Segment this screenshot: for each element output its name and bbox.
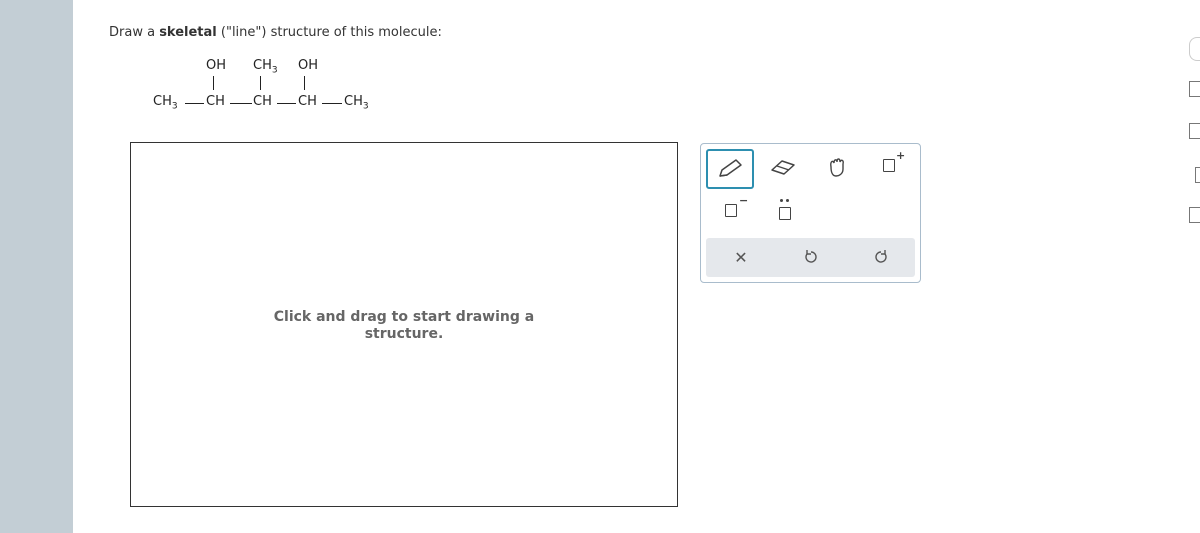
redo-button[interactable] [859,240,903,274]
bond-1 [185,103,204,104]
add-charge-icon: + [883,149,905,176]
drawing-canvas[interactable]: Click and drag to start drawing a struct… [130,142,678,507]
pencil-icon [719,159,742,177]
eraser-tool-button[interactable] [761,150,805,184]
left-rail [0,0,73,533]
bond-3 [277,103,296,104]
pencil-tool-button[interactable] [706,149,754,189]
undo-button[interactable] [789,240,833,274]
ch-label-3: CH [298,94,317,109]
lone-pair-icon [779,199,791,224]
oh-label-2: OH [298,58,319,73]
clear-icon: ✕ [734,247,748,267]
oh-label-1: OH [206,58,227,73]
ch-label-2: CH [253,94,272,109]
bond-vertical-1 [213,76,214,90]
collapse-icon[interactable] [1189,37,1200,61]
lone-pair-tool-button[interactable] [763,195,807,229]
condensed-structure: OH CH3 OH CH3 CH CH CH CH3 [140,52,400,122]
bond-2 [230,103,252,104]
ch3-right-label: CH3 [344,94,369,112]
negative-charge-tool-button[interactable]: − [709,194,753,229]
clear-button[interactable]: ✕ [719,240,763,274]
negative-charge-icon: − [725,194,748,221]
bond-4 [322,103,342,104]
redo-icon [875,250,887,263]
ch3-left-label: CH3 [153,94,178,112]
hand-icon [830,158,844,177]
ch-label-1: CH [206,94,225,109]
bond-vertical-2 [260,76,261,90]
drawing-toolbar: + − ✕ [700,143,921,283]
periodic-table-icon[interactable] [1189,81,1200,97]
eraser-icon [771,160,795,175]
add-charge-tool-button[interactable]: + [867,149,911,184]
data-icon[interactable] [1195,167,1200,183]
prompt-suffix: ("line") structure of this molecule: [216,25,442,40]
canvas-hint: Click and drag to start drawing a struct… [273,309,535,342]
ch3-top-label: CH3 [253,58,278,76]
prompt-prefix: Draw a [109,25,160,40]
question-prompt: Draw a skeletal ("line") structure of th… [109,25,442,40]
bond-vertical-3 [304,76,305,90]
prompt-bold: skeletal [159,25,217,40]
notes-icon[interactable] [1189,123,1200,139]
action-row: ✕ [706,238,915,277]
hand-tool-button[interactable] [816,150,860,184]
reference-icon[interactable] [1189,207,1200,223]
undo-icon [805,250,817,263]
